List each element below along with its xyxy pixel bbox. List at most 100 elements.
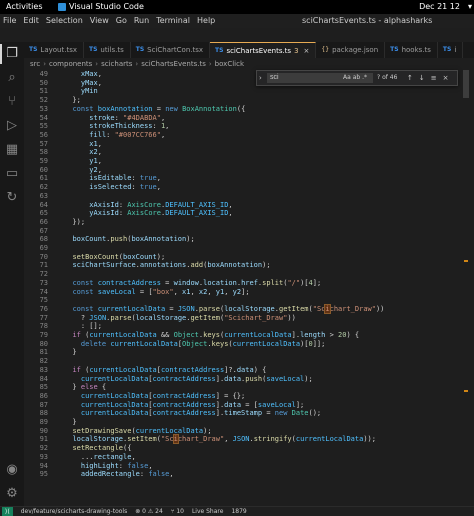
code-line[interactable]: 87 currentLocalData[contractAddress].dat… xyxy=(24,401,305,410)
code-line[interactable]: 65 yAxisId: AxisCore.DEFAULT_AXIS_ID, xyxy=(24,209,233,218)
menu-item-help[interactable]: Help xyxy=(197,14,215,28)
tab-utils-ts[interactable]: TS utils.ts xyxy=(84,42,131,58)
code-line[interactable]: 86 currentLocalData[contractAddress] = {… xyxy=(24,391,246,401)
system-menu-icon[interactable]: ▾ xyxy=(468,0,472,14)
code-token: : xyxy=(118,461,128,470)
code-line[interactable]: 92 setRectangle({ xyxy=(24,444,132,453)
code-line[interactable]: 78 : []; xyxy=(24,322,102,331)
ports-indicator[interactable]: ⑂ 10 xyxy=(171,507,184,516)
problems-indicator[interactable]: ⊗ 0 ⚠ 24 xyxy=(135,507,163,516)
code-line[interactable]: 50 yMax, xyxy=(24,79,102,88)
code-line[interactable]: 70 setBoxCount(boxCount); xyxy=(24,252,166,262)
close-find-icon[interactable]: × xyxy=(443,71,449,85)
menu-item-file[interactable]: File xyxy=(3,14,16,28)
code-line[interactable]: 51 yMin xyxy=(24,87,98,96)
code-line[interactable]: 93 ...rectangle, xyxy=(24,453,136,462)
code-token: ] = {}; xyxy=(215,391,246,400)
activity-bar: ❐ ⌕ ⑂ ▷ ▦ ▭ ↻ ◉ ⚙ xyxy=(0,42,24,506)
code-line[interactable]: 57 x1, xyxy=(24,140,102,149)
code-line[interactable]: 73 const contractAddress = window.locati… xyxy=(24,279,322,288)
find-options[interactable]: Aa ab .* xyxy=(343,73,367,83)
breadcrumb-item[interactable]: boxClick xyxy=(215,58,244,70)
code-line[interactable]: 69 xyxy=(24,244,64,253)
tab-i[interactable]: TS i xyxy=(438,42,464,58)
code-line[interactable]: 76 const currentLocalData = JSON.parse(l… xyxy=(24,303,384,314)
code-line[interactable]: 72 xyxy=(24,270,64,279)
remote-indicator[interactable]: ⟩⟨ xyxy=(2,507,13,516)
accounts-icon[interactable]: ◉ xyxy=(4,462,20,478)
code-line[interactable]: 94 highLight: false, xyxy=(24,462,153,471)
code-line[interactable]: 67 xyxy=(24,227,64,236)
breadcrumb-item[interactable]: components xyxy=(49,58,92,70)
code-line[interactable]: 88 currentLocalData[contractAddress].tim… xyxy=(24,409,322,418)
code-line[interactable]: 59 y1, xyxy=(24,157,102,166)
breadcrumb-item[interactable]: scicharts xyxy=(101,58,132,70)
tab-package-json[interactable]: {} package.json xyxy=(316,42,386,58)
code-token: boxCount xyxy=(123,252,157,261)
settings-gear-icon[interactable]: ⚙ xyxy=(4,486,20,502)
find-in-selection-icon[interactable]: ≡ xyxy=(431,71,437,85)
code-line[interactable]: 68 boxCount.push(boxAnnotation); xyxy=(24,235,195,244)
code-line[interactable]: 60 y2, xyxy=(24,166,102,175)
code-line[interactable]: 85 } else { xyxy=(24,383,107,392)
menu-item-view[interactable]: View xyxy=(90,14,109,28)
remote-explorer-icon[interactable]: ▭ xyxy=(4,166,20,182)
menu-item-edit[interactable]: Edit xyxy=(23,14,39,28)
active-app-indicator[interactable]: Visual Studio Code xyxy=(58,0,144,14)
breadcrumb-item[interactable]: src xyxy=(30,58,40,70)
code-line[interactable]: 64 xAxisId: AxisCore.DEFAULT_AXIS_ID, xyxy=(24,201,233,210)
tab-scichartsevents-ts[interactable]: TS sciChartsEvents.ts 3 × xyxy=(210,42,317,59)
code-line[interactable]: 61 isEditable: true, xyxy=(24,174,161,183)
close-tab-icon[interactable]: × xyxy=(304,43,310,59)
code-line[interactable]: 71 sciChartSurface.annotations.add(boxAn… xyxy=(24,261,271,270)
editor-scrollbar[interactable] xyxy=(462,70,470,506)
code-line[interactable]: 83 if (currentLocalData[contractAddress]… xyxy=(24,366,267,375)
activities-button[interactable]: Activities xyxy=(6,0,43,14)
toggle-replace-icon[interactable]: › xyxy=(259,71,262,85)
code-line[interactable]: 79 if (currentLocalData && Object.keys(c… xyxy=(24,331,360,340)
code-line[interactable]: 54 stroke: "#4DABDA", xyxy=(24,114,166,123)
code-line[interactable]: 81 } xyxy=(24,348,77,357)
menu-item-selection[interactable]: Selection xyxy=(46,14,83,28)
branch-indicator[interactable]: dev/feature/scicharts-drawing-tools xyxy=(21,507,128,516)
code-line[interactable]: 62 isSelected: true, xyxy=(24,183,161,192)
search-icon[interactable]: ⌕ xyxy=(4,70,20,86)
breadcrumb-item[interactable]: sciChartsEvents.ts xyxy=(141,58,206,70)
code-line[interactable]: 74 const saveLocal = ["box", x1, x2, y1,… xyxy=(24,288,250,297)
menu-item-terminal[interactable]: Terminal xyxy=(156,14,190,28)
code-line[interactable]: 52 }; xyxy=(24,96,81,105)
run-debug-icon[interactable]: ▷ xyxy=(4,118,20,134)
tab-hooks-ts[interactable]: TS hooks.ts xyxy=(385,42,438,58)
code-line[interactable]: 56 fill: "#007CC766", xyxy=(24,131,166,140)
code-line[interactable]: 77 ? JSON.parse(localStorage.getItem("Sc… xyxy=(24,314,296,323)
live-share-indicator[interactable]: Live Share xyxy=(192,507,223,516)
code-line[interactable]: 84 currentLocalData[contractAddress].dat… xyxy=(24,375,313,384)
code-line[interactable]: 91 localStorage.setItem("Scichart_Draw",… xyxy=(24,434,376,445)
source-control-icon[interactable]: ⑂ xyxy=(4,94,20,110)
code-line[interactable]: 55 strokeThickness: 1, xyxy=(24,122,170,131)
live-share-icon[interactable]: ↻ xyxy=(4,190,20,206)
previous-match-icon[interactable]: ↑ xyxy=(407,71,413,85)
code-line[interactable]: 53 const boxAnnotation = new BoxAnnotati… xyxy=(24,105,246,114)
scroll-thumb[interactable] xyxy=(463,70,469,98)
code-line[interactable]: 82 xyxy=(24,357,64,366)
code-line[interactable]: 95 addedRectangle: false, xyxy=(24,470,174,479)
code-line[interactable]: 66 }); xyxy=(24,218,86,227)
menu-item-go[interactable]: Go xyxy=(116,14,127,28)
code-editor[interactable]: 49 xMax, 50 yMax, 51 yMin 52 }; 53 const box… xyxy=(24,70,474,506)
clock[interactable]: Dec 21 12 xyxy=(419,0,460,14)
code-line[interactable]: 75 xyxy=(24,296,64,305)
line-number: 58 xyxy=(39,148,48,157)
code-line[interactable]: 58 x2, xyxy=(24,148,102,157)
tab-scichartcon-tsx[interactable]: TS SciChartCon.tsx xyxy=(131,42,211,58)
code-line[interactable]: 49 xMax, xyxy=(24,70,102,79)
code-line[interactable]: 80 delete currentLocalData[Object.keys(c… xyxy=(24,340,326,349)
code-line[interactable]: 63 xyxy=(24,192,64,201)
extensions-icon[interactable]: ▦ xyxy=(4,142,20,158)
next-match-icon[interactable]: ↓ xyxy=(419,71,425,85)
tab-layout-tsx[interactable]: TS Layout.tsx xyxy=(24,42,84,58)
menu-item-run[interactable]: Run xyxy=(134,14,149,28)
explorer-icon[interactable]: ❐ xyxy=(0,44,20,64)
cursor-position[interactable]: 1879 xyxy=(231,507,246,516)
code-line[interactable]: 89 } xyxy=(24,418,77,427)
